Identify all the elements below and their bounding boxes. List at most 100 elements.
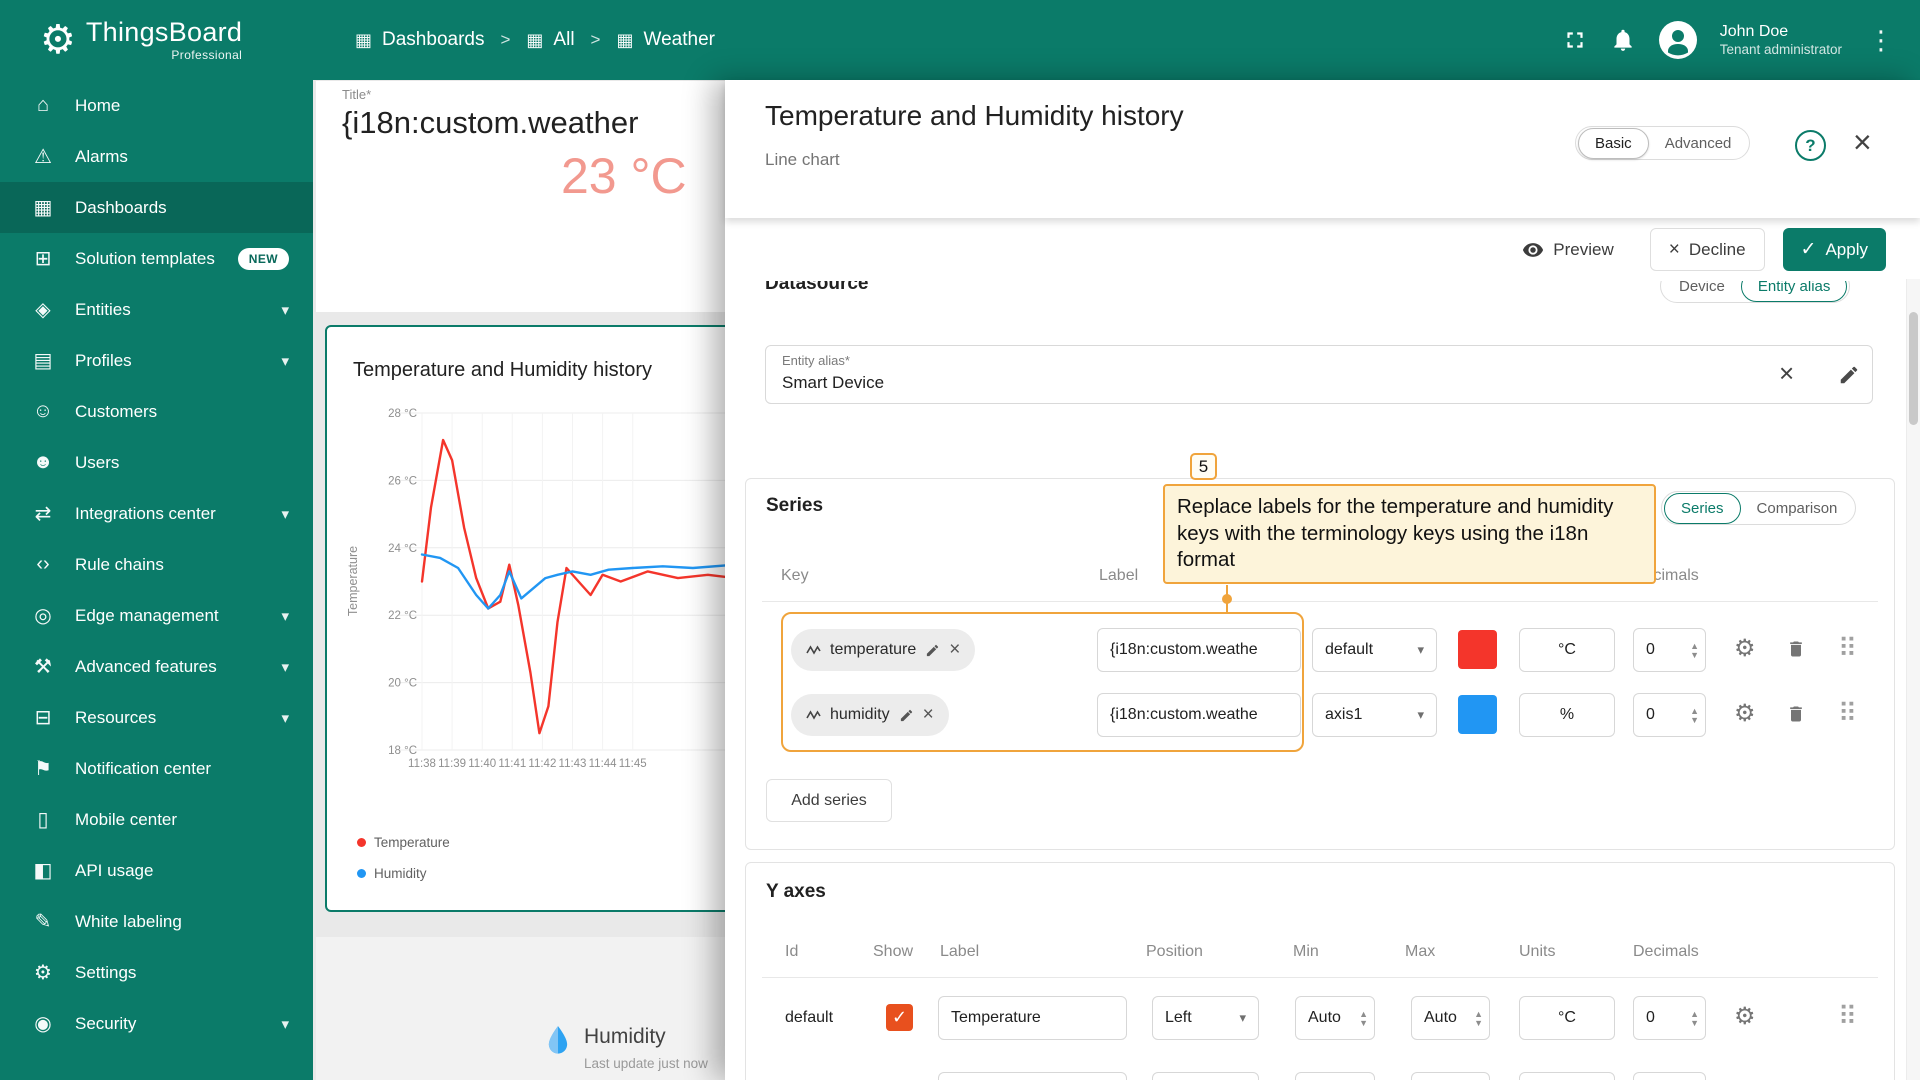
- breadcrumb-weather[interactable]: ▦ Weather: [616, 29, 714, 51]
- sidebar-item-home[interactable]: ⌂Home: [0, 80, 313, 131]
- sidebar-item-resources[interactable]: ⊟Resources▾: [0, 692, 313, 743]
- breadcrumb-dashboards[interactable]: ▦ Dashboards: [355, 29, 484, 51]
- toggle-advanced[interactable]: Advanced: [1649, 129, 1748, 158]
- weather-title-widget[interactable]: Title* {i18n:custom.weather 23 °C: [316, 81, 740, 312]
- sidebar-item-settings[interactable]: ⚙Settings: [0, 947, 313, 998]
- breadcrumb-all[interactable]: ▦ All: [526, 29, 574, 51]
- position-select[interactable]: Left▾: [1152, 996, 1259, 1040]
- sidebar-item-alarms[interactable]: ⚠Alarms: [0, 131, 313, 182]
- decimals-stepper[interactable]: 0 ▲▼: [1633, 693, 1706, 737]
- max-stepper[interactable]: Auto ▲▼: [1411, 996, 1490, 1040]
- avatar[interactable]: [1658, 20, 1698, 60]
- tab-comparison[interactable]: Comparison: [1741, 494, 1854, 523]
- stepper-arrows-icon[interactable]: ▲▼: [1690, 642, 1699, 659]
- series-settings-gear-icon[interactable]: ⚙: [1734, 637, 1756, 661]
- toggle-device[interactable]: Device: [1663, 281, 1741, 301]
- sidebar-item-api-usage[interactable]: ◧API usage: [0, 845, 313, 896]
- add-series-button[interactable]: Add series: [766, 779, 892, 822]
- key-chip-humidity[interactable]: humidity ×: [791, 694, 949, 736]
- scrollbar-thumb[interactable]: [1909, 312, 1918, 425]
- axis-units-input[interactable]: [1519, 1072, 1615, 1080]
- tab-series[interactable]: Series: [1664, 493, 1741, 524]
- sidebar-item-rule-chains[interactable]: ‹›Rule chains: [0, 539, 313, 590]
- axis-label-input[interactable]: Temperature: [938, 996, 1127, 1040]
- breadcrumb-label: All: [553, 29, 574, 51]
- sidebar-item-white-labeling[interactable]: ✎White labeling: [0, 896, 313, 947]
- drag-handle-icon[interactable]: ⠿: [1838, 1003, 1857, 1029]
- units-input[interactable]: %: [1519, 693, 1615, 737]
- series-settings-gear-icon[interactable]: ⚙: [1734, 702, 1756, 726]
- delete-series-trash-icon[interactable]: [1786, 639, 1806, 659]
- clear-alias-icon[interactable]: ×: [1779, 360, 1794, 386]
- close-icon[interactable]: ×: [1853, 124, 1872, 161]
- sidebar-item-profiles[interactable]: ▤Profiles▾: [0, 335, 313, 386]
- color-swatch[interactable]: [1458, 695, 1497, 734]
- svg-text:26 °C: 26 °C: [388, 475, 417, 487]
- sidebar-item-integrations-center[interactable]: ⇄Integrations center▾: [0, 488, 313, 539]
- kebab-menu-icon[interactable]: ⋮: [1864, 25, 1898, 56]
- axis-select[interactable]: default▾: [1312, 628, 1437, 672]
- edit-key-pencil-icon[interactable]: [899, 708, 914, 723]
- edit-key-pencil-icon[interactable]: [925, 643, 940, 658]
- series-label-input[interactable]: {i18n:custom.weathe: [1097, 628, 1301, 672]
- drag-handle-icon[interactable]: ⠿: [1838, 700, 1857, 726]
- min-stepper[interactable]: Auto ▲▼: [1295, 996, 1375, 1040]
- color-swatch[interactable]: [1458, 630, 1497, 669]
- title-field-input[interactable]: {i18n:custom.weather: [342, 105, 738, 141]
- drag-handle-icon[interactable]: ⠿: [1838, 635, 1857, 661]
- axis-decimals-stepper[interactable]: [1633, 1072, 1706, 1080]
- chart-widget[interactable]: Temperature and Humidity history 28 °C26…: [325, 325, 740, 912]
- thingsboard-logo[interactable]: ⚙ ThingsBoard Professional: [40, 19, 242, 61]
- remove-key-icon[interactable]: ×: [949, 639, 960, 661]
- axis-select[interactable]: axis1▾: [1312, 693, 1437, 737]
- delete-series-trash-icon[interactable]: [1786, 704, 1806, 724]
- fullscreen-icon[interactable]: [1562, 27, 1588, 53]
- sidebar-item-customers[interactable]: ☺Customers: [0, 386, 313, 437]
- max-stepper[interactable]: [1411, 1072, 1490, 1080]
- key-chip-temperature[interactable]: temperature ×: [791, 629, 975, 671]
- stepper-arrows-icon[interactable]: ▲▼: [1474, 1010, 1483, 1027]
- stepper-arrows-icon[interactable]: ▲▼: [1359, 1010, 1368, 1027]
- help-icon[interactable]: ?: [1795, 130, 1826, 161]
- remove-key-icon[interactable]: ×: [923, 704, 934, 726]
- decline-button[interactable]: × Decline: [1650, 228, 1765, 271]
- axis-label-input[interactable]: [938, 1072, 1127, 1080]
- edit-alias-pencil-icon[interactable]: [1838, 364, 1860, 386]
- svg-text:11:43: 11:43: [559, 758, 587, 770]
- svg-text:11:44: 11:44: [589, 758, 618, 770]
- preview-button[interactable]: Preview: [1504, 228, 1631, 271]
- sidebar-item-advanced-features[interactable]: ⚒Advanced features▾: [0, 641, 313, 692]
- sidebar-item-dashboards[interactable]: ▦Dashboards: [0, 182, 313, 233]
- sidebar-item-entities[interactable]: ◈Entities▾: [0, 284, 313, 335]
- series-label-input[interactable]: {i18n:custom.weathe: [1097, 693, 1301, 737]
- entity-alias-field[interactable]: Entity alias* Smart Device ×: [765, 345, 1873, 404]
- apply-button[interactable]: ✓ Apply: [1783, 228, 1886, 271]
- notifications-bell-icon[interactable]: [1610, 27, 1636, 53]
- axis-units-input[interactable]: °C: [1519, 996, 1615, 1040]
- min-stepper[interactable]: [1295, 1072, 1375, 1080]
- entity-alias-label: Entity alias*: [782, 353, 850, 368]
- axis-id: default: [785, 1009, 833, 1027]
- check-icon: ✓: [1801, 240, 1817, 259]
- sidebar-item-notification-center[interactable]: ⚑Notification center: [0, 743, 313, 794]
- legend-item-humidity[interactable]: Humidity: [357, 866, 427, 881]
- sidebar-item-solution-templates[interactable]: ⊞Solution templatesNEW: [0, 233, 313, 284]
- toggle-basic[interactable]: Basic: [1578, 128, 1649, 159]
- position-select[interactable]: [1152, 1072, 1259, 1080]
- sidebar-item-edge-management[interactable]: ◎Edge management▾: [0, 590, 313, 641]
- user-menu[interactable]: John Doe Tenant administrator: [1720, 22, 1842, 59]
- legend-label: Humidity: [374, 866, 427, 881]
- stepper-arrows-icon[interactable]: ▲▼: [1690, 707, 1699, 724]
- sidebar-item-users[interactable]: ☻Users: [0, 437, 313, 488]
- sidebar-item-mobile-center[interactable]: ▯Mobile center: [0, 794, 313, 845]
- stepper-arrows-icon[interactable]: ▲▼: [1690, 1010, 1699, 1027]
- legend-item-temperature[interactable]: Temperature: [357, 835, 450, 850]
- decimals-stepper[interactable]: 0 ▲▼: [1633, 628, 1706, 672]
- humidity-widget[interactable]: Humidity Last update just now: [316, 937, 740, 1080]
- units-input[interactable]: °C: [1519, 628, 1615, 672]
- show-checkbox[interactable]: ✓: [886, 1004, 913, 1031]
- toggle-entity-alias[interactable]: Entity alias: [1741, 281, 1848, 302]
- axis-decimals-stepper[interactable]: 0 ▲▼: [1633, 996, 1706, 1040]
- sidebar-item-security[interactable]: ◉Security▾: [0, 998, 313, 1049]
- axis-settings-gear-icon[interactable]: ⚙: [1734, 1005, 1756, 1029]
